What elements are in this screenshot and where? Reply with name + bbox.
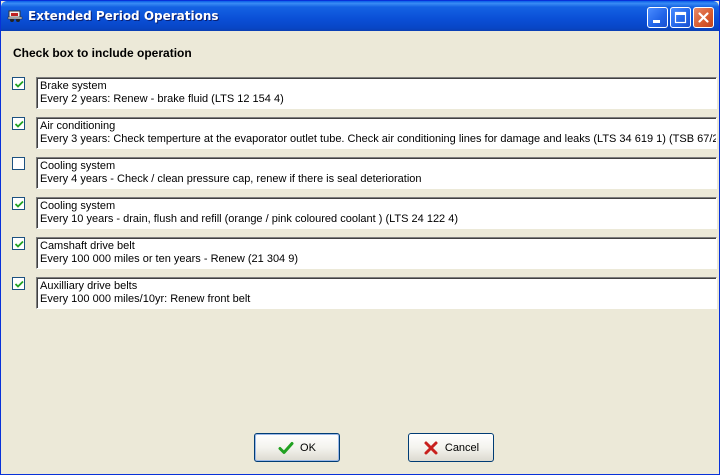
- operation-description: Every 10 years - drain, flush and refill…: [40, 213, 459, 225]
- operation-description: Every 3 years: Check temperture at the e…: [40, 133, 717, 145]
- operation-box: Camshaft drive belt Every 100 000 miles …: [36, 237, 717, 269]
- operation-description: Every 2 years: Renew - brake fluid (LTS …: [40, 93, 284, 105]
- close-button[interactable]: [693, 7, 714, 28]
- operation-row: Air conditioning Every 3 years: Check te…: [4, 117, 717, 151]
- dialog-body: Check box to include operation Brake sys…: [4, 31, 717, 473]
- operation-title: Cooling system: [40, 200, 116, 212]
- operation-title: Air conditioning: [40, 120, 116, 132]
- operation-title: Brake system: [40, 80, 107, 92]
- title-bar[interactable]: Extended Period Operations: [1, 1, 719, 31]
- minimize-icon: [653, 20, 660, 23]
- operation-description: Every 4 years - Check / clean pressure c…: [40, 173, 422, 185]
- include-checkbox[interactable]: [12, 237, 25, 250]
- cancel-button[interactable]: Cancel: [408, 433, 494, 462]
- instruction-heading: Check box to include operation: [13, 46, 192, 60]
- operation-title: Cooling system: [40, 160, 116, 172]
- include-checkbox[interactable]: [12, 197, 25, 210]
- operation-row: Auxilliary drive belts Every 100 000 mil…: [4, 277, 717, 311]
- close-icon: [698, 12, 709, 23]
- checkmark-icon: [14, 200, 24, 208]
- operation-row: Brake system Every 2 years: Renew - brak…: [4, 77, 717, 111]
- include-checkbox[interactable]: [12, 157, 25, 170]
- include-checkbox[interactable]: [12, 117, 25, 130]
- checkmark-icon: [14, 120, 24, 128]
- maximize-icon: [674, 11, 687, 24]
- dialog-window: Extended Period Operations Check box to …: [0, 0, 720, 475]
- window-title: Extended Period Operations: [28, 9, 219, 23]
- operation-box: Air conditioning Every 3 years: Check te…: [36, 117, 717, 149]
- operation-row: Cooling system Every 4 years - Check / c…: [4, 157, 717, 191]
- maximize-button[interactable]: [670, 7, 691, 28]
- operation-description: Every 100 000 miles/10yr: Renew front be…: [40, 293, 251, 305]
- checkmark-icon: [278, 440, 294, 456]
- minimize-button[interactable]: [647, 7, 668, 28]
- include-checkbox[interactable]: [12, 77, 25, 90]
- operation-box: Brake system Every 2 years: Renew - brak…: [36, 77, 717, 109]
- operation-box: Auxilliary drive belts Every 100 000 mil…: [36, 277, 717, 309]
- include-checkbox[interactable]: [12, 277, 25, 290]
- operation-box: Cooling system Every 10 years - drain, f…: [36, 197, 717, 229]
- checkmark-icon: [14, 80, 24, 88]
- ok-button[interactable]: OK: [254, 433, 340, 462]
- operation-row: Cooling system Every 10 years - drain, f…: [4, 197, 717, 231]
- ok-label: OK: [300, 441, 316, 454]
- operation-row: Camshaft drive belt Every 100 000 miles …: [4, 237, 717, 271]
- operation-description: Every 100 000 miles or ten years - Renew…: [40, 253, 299, 265]
- app-car-icon: [7, 8, 23, 24]
- operation-title: Auxilliary drive belts: [40, 280, 138, 292]
- cancel-label: Cancel: [444, 441, 480, 454]
- checkmark-icon: [14, 240, 24, 248]
- operation-title: Camshaft drive belt: [40, 240, 135, 252]
- red-x-icon: [423, 440, 439, 456]
- operation-box: Cooling system Every 4 years - Check / c…: [36, 157, 717, 189]
- checkmark-icon: [14, 280, 24, 288]
